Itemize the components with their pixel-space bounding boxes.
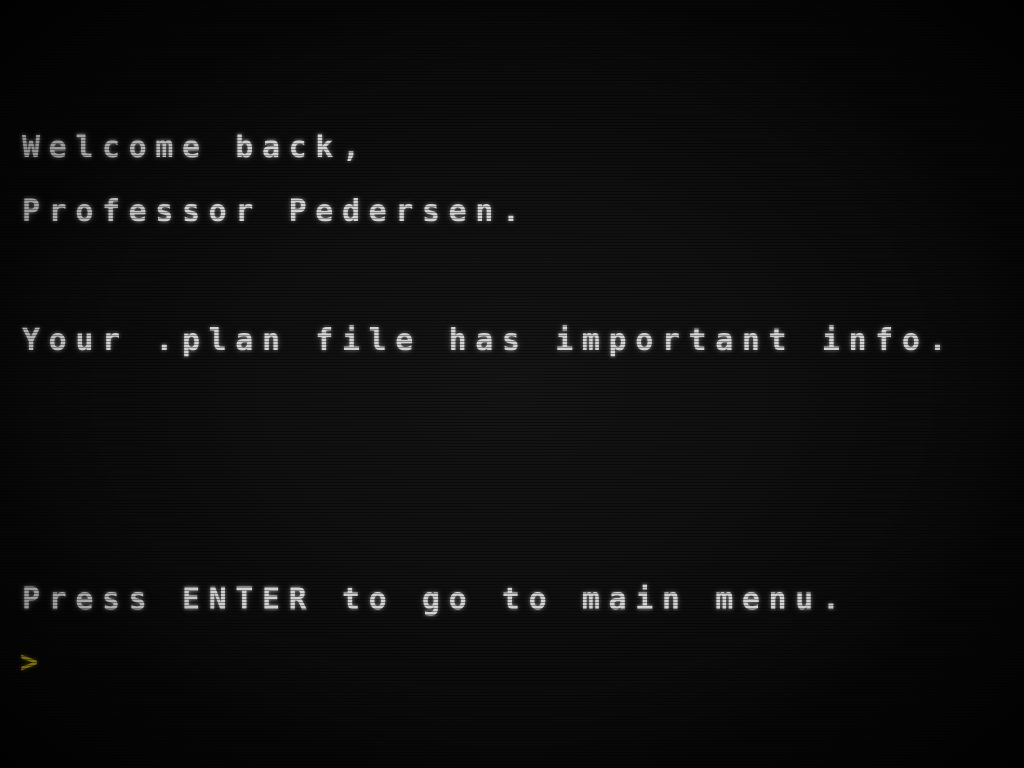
welcome-greeting: Welcome back, [22, 130, 369, 165]
command-input[interactable] [50, 648, 954, 682]
terminal-screen: Welcome back, Professor Pedersen. Your .… [0, 0, 1024, 768]
user-name-line: Professor Pedersen. [22, 194, 529, 229]
enter-instruction: Press ENTER to go to main menu. [22, 582, 849, 617]
prompt-chevron-icon: > [20, 645, 39, 680]
plan-file-notice: Your .plan file has important info. [22, 323, 956, 358]
